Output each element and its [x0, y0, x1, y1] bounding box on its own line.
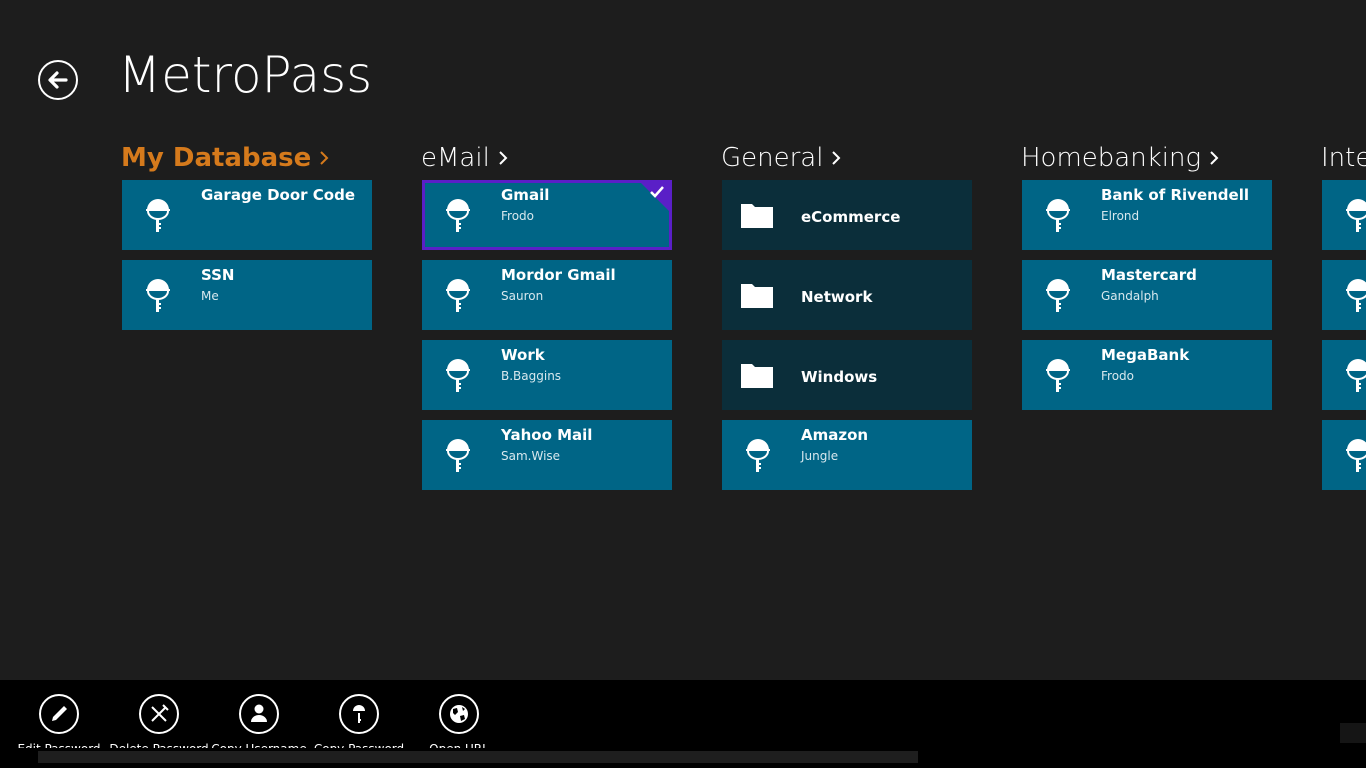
group-4: Inte: [1321, 140, 1366, 490]
horizontal-scrollbar[interactable]: [0, 748, 1366, 768]
password-tile[interactable]: SSN Me: [122, 260, 372, 330]
tile-title: Garage Door Code: [201, 186, 355, 204]
group-header[interactable]: Homebanking: [1021, 140, 1281, 176]
tile-title: Bank of Rivendell: [1101, 186, 1250, 204]
key-icon: [744, 438, 772, 474]
key-icon: [1344, 438, 1366, 474]
group-1: eMail Gmail Frodo Mordor Gmail Sauron Work B.B…: [421, 140, 681, 490]
key-icon: [144, 198, 172, 234]
group-header[interactable]: General: [721, 140, 981, 176]
key-icon: [444, 198, 472, 234]
group-title: General: [721, 143, 824, 173]
tile-title: MegaBank: [1101, 346, 1190, 364]
tile-subtitle: B.Baggins: [501, 369, 562, 383]
person-icon: [239, 694, 279, 734]
key-icon: [1044, 278, 1072, 314]
chevron-right-icon: [1209, 140, 1219, 176]
key-icon: [1344, 278, 1366, 314]
password-tile[interactable]: [1322, 420, 1366, 490]
key-icon: [339, 694, 379, 734]
key-icon: [444, 358, 472, 394]
folder-icon: [741, 280, 773, 316]
scrollbar-corner: [1340, 723, 1366, 743]
app-bar: Edit PasswordDelete PasswordCopy Usernam…: [0, 680, 1366, 768]
password-tile[interactable]: [1322, 340, 1366, 410]
folder-tile[interactable]: Network: [722, 260, 972, 330]
tile-title: Windows: [801, 368, 878, 386]
group-title: Inte: [1321, 143, 1366, 173]
chevron-right-icon: [498, 140, 508, 176]
key-icon: [1044, 198, 1072, 234]
group-header[interactable]: My Database: [121, 140, 381, 176]
key-icon: [444, 278, 472, 314]
key-icon: [1344, 358, 1366, 394]
folder-icon: [741, 360, 773, 396]
password-tile[interactable]: Bank of Rivendell Elrond: [1022, 180, 1272, 250]
globe-icon: [439, 694, 479, 734]
back-arrow-icon: [48, 71, 68, 89]
folder-tile[interactable]: eCommerce: [722, 180, 972, 250]
group-title: My Database: [121, 143, 312, 173]
tile-subtitle: Frodo: [1101, 369, 1134, 383]
tile-title: Mastercard: [1101, 266, 1197, 284]
tile-subtitle: Gandalph: [1101, 289, 1159, 303]
key-icon: [444, 438, 472, 474]
key-icon: [144, 278, 172, 314]
app-title: MetroPass: [118, 46, 373, 104]
chevron-right-icon: [831, 140, 841, 176]
tile-subtitle: Jungle: [801, 449, 839, 463]
chevron-right-icon: [319, 140, 329, 176]
checkmark-icon: [649, 184, 665, 203]
tile-title: SSN: [201, 266, 235, 284]
group-3: Homebanking Bank of Rivendell Elrond Master…: [1021, 140, 1281, 410]
tile-subtitle: Sauron: [501, 289, 544, 303]
tile-title: Gmail: [501, 186, 550, 204]
tile-title: Mordor Gmail: [501, 266, 616, 284]
password-tile[interactable]: Gmail Frodo: [422, 180, 672, 250]
folder-tile[interactable]: Windows: [722, 340, 972, 410]
password-tile[interactable]: Work B.Baggins: [422, 340, 672, 410]
key-icon: [1044, 358, 1072, 394]
tile-title: Amazon: [801, 426, 869, 444]
tile-subtitle: Sam.Wise: [501, 449, 561, 463]
password-tile[interactable]: MegaBank Frodo: [1022, 340, 1272, 410]
password-tile[interactable]: Mordor Gmail Sauron: [422, 260, 672, 330]
tile-title: Work: [501, 346, 545, 364]
tile-subtitle: Elrond: [1101, 209, 1140, 223]
pencil-icon: [39, 694, 79, 734]
group-header[interactable]: Inte: [1321, 140, 1366, 176]
group-0: My Database Garage Door Code SSN Me: [121, 140, 381, 330]
app-root: MetroPass My Database Garage Door Code SSN…: [0, 0, 1366, 768]
tile-title: Network: [801, 288, 873, 306]
tile-title: Yahoo Mail: [501, 426, 593, 444]
back-button[interactable]: [38, 60, 78, 100]
folder-icon: [741, 200, 773, 236]
group-title: eMail: [421, 143, 490, 173]
password-tile[interactable]: [1322, 180, 1366, 250]
password-tile[interactable]: Yahoo Mail Sam.Wise: [422, 420, 672, 490]
password-tile[interactable]: Mastercard Gandalph: [1022, 260, 1272, 330]
tile-subtitle: Frodo: [501, 209, 534, 223]
scrollbar-thumb[interactable]: [38, 751, 918, 763]
password-tile[interactable]: Amazon Jungle: [722, 420, 972, 490]
tile-title: eCommerce: [801, 208, 901, 226]
group-title: Homebanking: [1021, 143, 1202, 173]
group-header[interactable]: eMail: [421, 140, 681, 176]
delete-icon: [139, 694, 179, 734]
key-icon: [1344, 198, 1366, 234]
password-tile[interactable]: [1322, 260, 1366, 330]
tile-subtitle: Me: [201, 289, 219, 303]
password-tile[interactable]: Garage Door Code: [122, 180, 372, 250]
group-2: General eCommerce Network Windows Amazon Jung…: [721, 140, 981, 490]
